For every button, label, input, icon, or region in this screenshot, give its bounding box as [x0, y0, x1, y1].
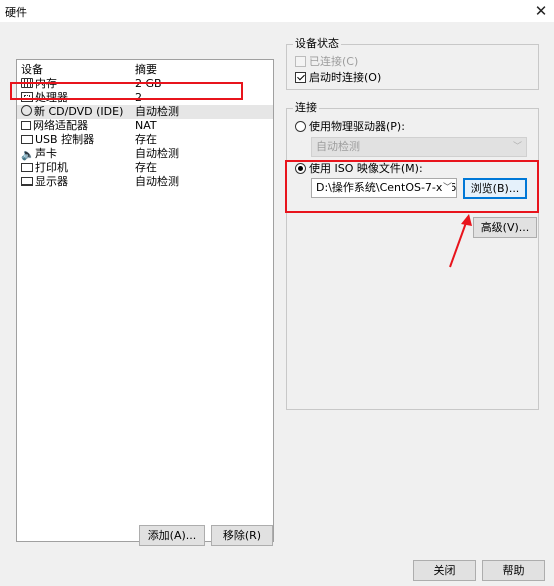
device-summary: 存在	[135, 161, 157, 174]
device-list-header: 设备 摘要	[17, 63, 273, 77]
device-row-network[interactable]: 网络适配器 NAT	[17, 119, 273, 133]
connect-at-power-on-label: 启动时连接(O)	[309, 71, 382, 84]
printer-icon	[21, 163, 33, 172]
radio-icon	[295, 121, 306, 132]
annotation-highlight-cd-dvd	[10, 82, 243, 100]
device-summary: NAT	[135, 119, 157, 132]
hardware-dialog: 设备 摘要 内存 2 GB 处理器 2 新 CD/DVD (IDE) 自动检测 …	[0, 22, 554, 586]
device-row-usb[interactable]: USB 控制器 存在	[17, 133, 273, 147]
checkbox-icon	[295, 56, 306, 67]
column-header-device[interactable]: 设备	[21, 63, 43, 77]
device-name: USB 控制器	[35, 133, 95, 146]
column-header-summary[interactable]: 摘要	[135, 63, 157, 77]
device-name: 新 CD/DVD (IDE)	[34, 105, 124, 118]
device-name: 声卡	[35, 147, 57, 160]
network-adapter-icon	[21, 121, 31, 130]
device-status-group: 设备状态 已连接(C) 启动时连接(O)	[286, 37, 539, 90]
chevron-down-icon: ﹀	[512, 142, 522, 152]
close-button[interactable]: 关闭	[413, 560, 476, 581]
help-button[interactable]: 帮助	[482, 560, 545, 581]
advanced-button[interactable]: 高级(V)...	[473, 217, 537, 238]
physical-drive-label: 使用物理驱动器(P):	[309, 120, 405, 133]
connection-title: 连接	[293, 101, 319, 115]
device-row-display[interactable]: 显示器 自动检测	[17, 175, 273, 189]
device-summary: 自动检测	[135, 175, 179, 188]
remove-device-button[interactable]: 移除(R)	[211, 525, 273, 546]
device-name: 显示器	[35, 175, 68, 188]
physical-drive-select[interactable]: 自动检测 ﹀	[311, 137, 527, 157]
speaker-icon: 🔈	[21, 148, 35, 161]
cd-dvd-icon	[21, 105, 32, 116]
annotation-highlight-iso	[285, 160, 539, 213]
connected-label: 已连接(C)	[309, 55, 359, 68]
connected-checkbox[interactable]: 已连接(C)	[295, 55, 358, 69]
usb-icon	[21, 135, 33, 144]
device-name: 打印机	[35, 161, 68, 174]
device-list[interactable]: 设备 摘要 内存 2 GB 处理器 2 新 CD/DVD (IDE) 自动检测 …	[16, 59, 274, 542]
device-name: 网络适配器	[33, 119, 88, 132]
device-row-cd-dvd[interactable]: 新 CD/DVD (IDE) 自动检测	[17, 105, 273, 119]
connection-group: 连接 使用物理驱动器(P): 自动检测 ﹀ 使用 ISO 映像文件(M): D:…	[286, 101, 539, 410]
device-summary: 存在	[135, 133, 157, 146]
checkbox-checked-icon	[295, 72, 306, 83]
close-window-icon[interactable]: ✕	[528, 0, 554, 22]
device-summary: 自动检测	[135, 147, 179, 160]
window-title: 硬件	[5, 6, 27, 19]
physical-drive-value: 自动检测	[316, 140, 360, 153]
physical-drive-radio[interactable]: 使用物理驱动器(P):	[295, 120, 405, 134]
connect-at-power-on-checkbox[interactable]: 启动时连接(O)	[295, 71, 381, 85]
device-summary: 自动检测	[135, 105, 179, 118]
monitor-icon	[21, 177, 33, 186]
device-row-printer[interactable]: 打印机 存在	[17, 161, 273, 175]
title-bar: 硬件 ✕	[0, 0, 554, 22]
device-row-sound[interactable]: 🔈声卡 自动检测	[17, 147, 273, 161]
annotation-arrow-icon	[449, 214, 472, 268]
add-device-button[interactable]: 添加(A)...	[139, 525, 205, 546]
device-status-title: 设备状态	[293, 37, 341, 51]
